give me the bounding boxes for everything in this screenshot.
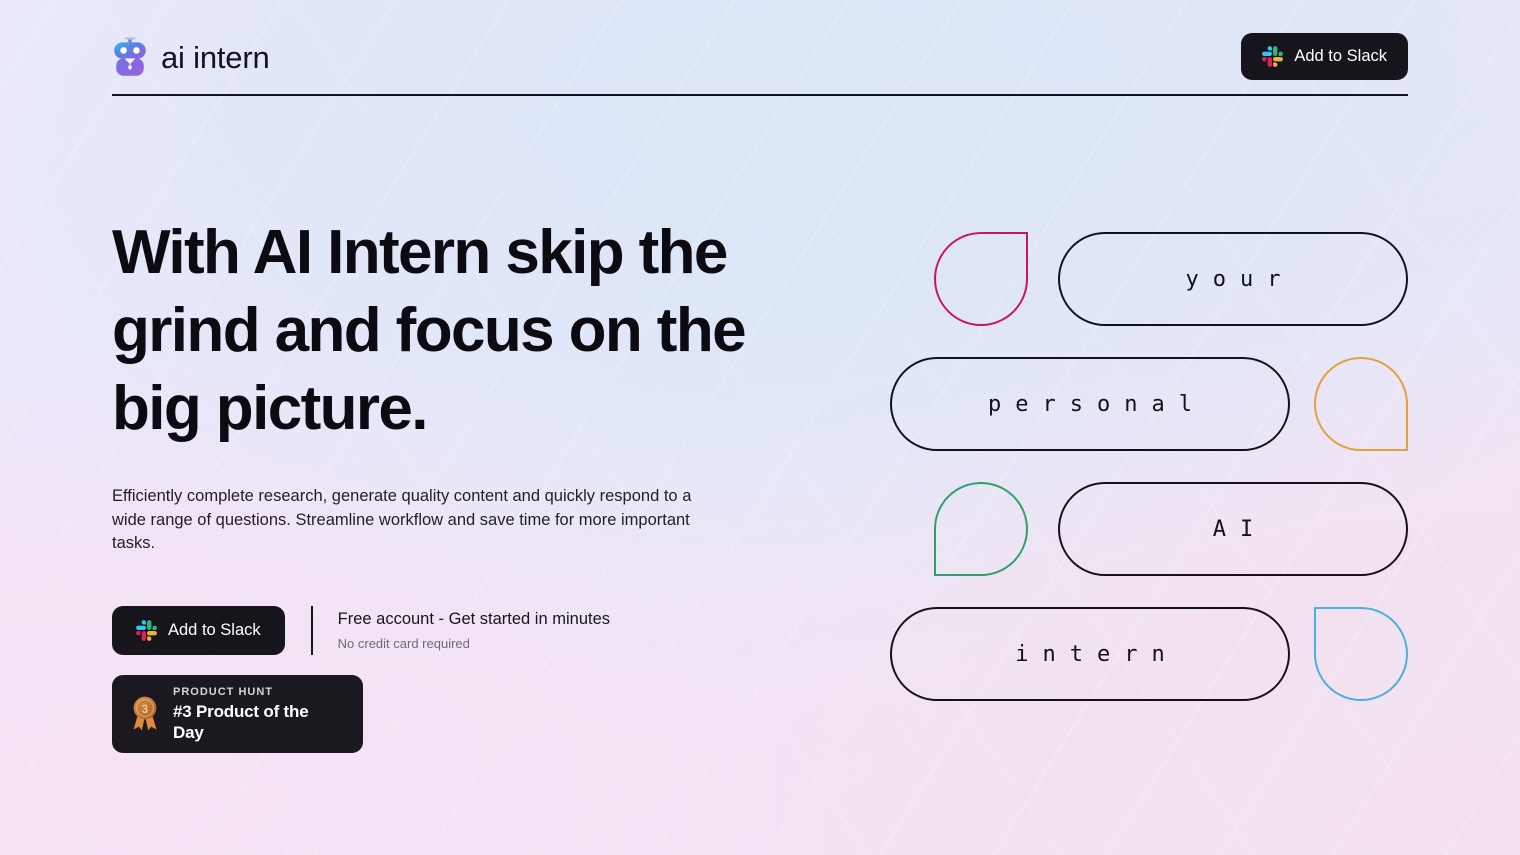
- page-root: ai intern Add to Slack With AI Intern sk…: [0, 0, 1520, 855]
- page-title: With AI Intern skip the grind and focus …: [112, 218, 747, 443]
- word-pill-your: your: [1058, 232, 1408, 326]
- svg-text:3: 3: [142, 704, 148, 716]
- word-pill-ai: AI: [1058, 482, 1408, 576]
- brand-name: ai intern: [161, 39, 270, 75]
- brand-logo-link[interactable]: ai intern: [112, 37, 270, 77]
- word-pill-label: your: [1185, 266, 1295, 292]
- hero-content: With AI Intern skip the grind and focus …: [112, 214, 802, 753]
- word-pill-label: personal: [988, 391, 1206, 417]
- hero-add-to-slack-button[interactable]: Add to Slack: [112, 605, 285, 655]
- medal-icon: 3: [128, 695, 162, 733]
- header-add-to-slack-button[interactable]: Add to Slack: [1241, 32, 1408, 80]
- slack-icon: [136, 619, 157, 641]
- drop-shape-green: [934, 482, 1028, 576]
- cta-note: Free account - Get started in minutes No…: [338, 606, 610, 655]
- drop-shape-pink: [934, 232, 1028, 326]
- product-hunt-title: #3 Product of the Day: [173, 701, 309, 742]
- cta-divider: [310, 605, 313, 655]
- site-header: ai intern Add to Slack: [112, 26, 1408, 96]
- hero-cta-row: Add to Slack Free account - Get started …: [112, 605, 802, 655]
- hero-subtitle: Efficiently complete research, generate …: [112, 487, 692, 552]
- product-hunt-badge[interactable]: 3 PRODUCT HUNT #3 Product of the Day: [112, 674, 363, 753]
- product-hunt-text: PRODUCT HUNT #3 Product of the Day: [173, 685, 341, 743]
- drop-shape-orange: [1314, 357, 1408, 451]
- hero-add-to-slack-label: Add to Slack: [168, 620, 261, 639]
- word-pill-label: AI: [1212, 516, 1268, 542]
- word-pill-intern: intern: [890, 607, 1290, 701]
- word-pill-personal: personal: [890, 357, 1290, 451]
- graphic-row-2: personal: [890, 357, 1408, 451]
- hero-graphic: your personal AI intern: [880, 220, 1420, 720]
- graphic-row-1: your: [934, 232, 1408, 326]
- cta-note-subtitle: No credit card required: [337, 635, 470, 651]
- drop-shape-blue: [1314, 607, 1408, 701]
- robot-logo-icon: [112, 37, 148, 77]
- product-hunt-kicker: PRODUCT HUNT: [173, 685, 273, 698]
- cta-note-title: Free account - Get started in minutes: [337, 609, 611, 628]
- graphic-row-3: AI: [934, 482, 1408, 576]
- word-pill-label: intern: [1015, 641, 1179, 667]
- graphic-row-4: intern: [890, 607, 1408, 701]
- slack-icon: [1262, 45, 1284, 67]
- header-add-to-slack-label: Add to Slack: [1294, 46, 1387, 65]
